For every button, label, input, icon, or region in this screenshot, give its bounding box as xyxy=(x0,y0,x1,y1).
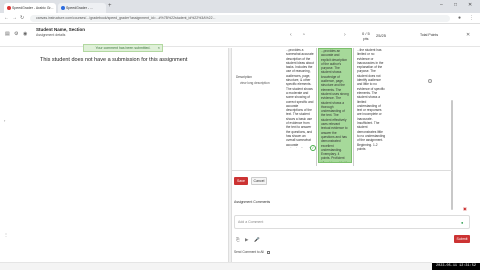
send-to-all-label: Send Comment to All xyxy=(234,250,264,254)
address-bar-row: ← → ↻ canvas.instructure.com/courses/...… xyxy=(0,13,480,24)
minimize-icon[interactable]: – xyxy=(440,2,443,8)
pdf-icon[interactable]: ▣ xyxy=(463,206,467,211)
assignment-comments-title: Assignment Comments xyxy=(234,200,271,204)
recording-timestamp: 2023-05-11 12:31:52 xyxy=(432,263,480,270)
criterion-label: Description xyxy=(236,75,252,79)
reload-icon[interactable]: ↻ xyxy=(20,15,24,21)
browser-tab[interactable]: SpeedGrader - Arabic Gr... xyxy=(4,3,56,13)
rubric-points-radio[interactable] xyxy=(428,79,432,83)
toast-close-icon[interactable]: × xyxy=(158,45,160,51)
submission-pane xyxy=(0,48,228,270)
rubric-column-divider xyxy=(353,48,354,166)
selected-check-icon: ✓ xyxy=(310,145,316,151)
resize-handle-icon[interactable]: ⋮ xyxy=(4,232,8,237)
forward-icon[interactable]: → xyxy=(12,15,17,21)
score-display: 25/25 xyxy=(376,33,387,38)
status-bar xyxy=(0,262,432,270)
cancel-button[interactable]: Cancel xyxy=(251,177,267,185)
rubric-rating-cell[interactable]: ...the student has limited or no evidenc… xyxy=(355,48,388,166)
toast-message: Your comment has been submitted. xyxy=(95,46,151,50)
tab-favicon-icon xyxy=(61,6,65,10)
close-window-icon[interactable]: ✕ xyxy=(468,2,472,8)
rubric-scrollbar[interactable] xyxy=(451,100,453,210)
rubric-column-divider xyxy=(316,48,317,166)
no-submission-message: This student does not have a submission … xyxy=(40,57,188,63)
maximize-icon[interactable]: □ xyxy=(454,2,457,8)
new-tab-button[interactable]: + xyxy=(108,3,112,9)
hide-names-icon[interactable]: ◉ xyxy=(23,31,27,37)
tab-favicon-icon xyxy=(7,6,11,10)
success-toast: Your comment has been submitted. × xyxy=(83,44,163,52)
comment-input[interactable]: Add a Comment xyxy=(234,215,470,229)
microphone-icon[interactable]: 🎤 xyxy=(254,237,260,243)
criterion-long-description-link[interactable]: view long description xyxy=(240,81,270,85)
student-name: Student Name, Section xyxy=(36,27,86,32)
gradebook-icon[interactable]: ▤ xyxy=(5,31,10,37)
close-rubric-icon[interactable]: ✕ xyxy=(466,32,470,38)
attach-file-icon[interactable]: ⎘ xyxy=(236,237,240,242)
save-button[interactable]: Save xyxy=(234,177,248,185)
tab-label: SpeedGrader - Arabic Gr... xyxy=(12,6,54,10)
student-subtitle: Assignment details xyxy=(36,33,66,37)
grade-unit: pts xyxy=(363,36,369,41)
student-avatar-icon: ◔ xyxy=(302,32,306,38)
grade-summary: 0 / 5 pts xyxy=(362,31,370,41)
browser-tab-bar: SpeedGrader - Arabic Gr... SpeedGrader -… xyxy=(0,0,480,13)
previous-student-icon[interactable]: ‹ xyxy=(290,32,292,38)
rubric-rating-cell-selected[interactable]: ...provides an accurate and explicit des… xyxy=(318,48,352,163)
back-icon[interactable]: ← xyxy=(4,15,9,21)
profile-icon[interactable]: ● xyxy=(458,15,461,21)
settings-icon[interactable]: ⚙ xyxy=(14,31,18,37)
rubric-rating-cell[interactable]: ...provides a somewhat accurate descript… xyxy=(284,48,316,148)
send-to-all-option[interactable]: Send Comment to All xyxy=(234,250,270,254)
expand-icon[interactable]: › xyxy=(4,118,5,123)
media-comment-icon[interactable]: ▶ xyxy=(245,237,248,243)
submit-comment-button[interactable]: Submit xyxy=(454,235,470,243)
browser-menu-icon[interactable]: ⋮ xyxy=(469,15,474,21)
total-points-label: Total Points xyxy=(420,33,439,37)
tab-label: SpeedGrader - ... xyxy=(66,6,94,10)
send-to-all-checkbox[interactable] xyxy=(266,250,270,254)
next-student-icon[interactable]: › xyxy=(344,32,346,38)
speedgrader-header: ▤ ⚙ ◉ Student Name, Section Assignment d… xyxy=(0,25,480,47)
url-field[interactable]: canvas.instructure.com/courses/.../grade… xyxy=(30,15,450,22)
browser-tab[interactable]: SpeedGrader - ... xyxy=(58,3,106,13)
rubric-divider xyxy=(232,170,452,171)
grammarly-icon[interactable]: ● xyxy=(461,220,463,225)
